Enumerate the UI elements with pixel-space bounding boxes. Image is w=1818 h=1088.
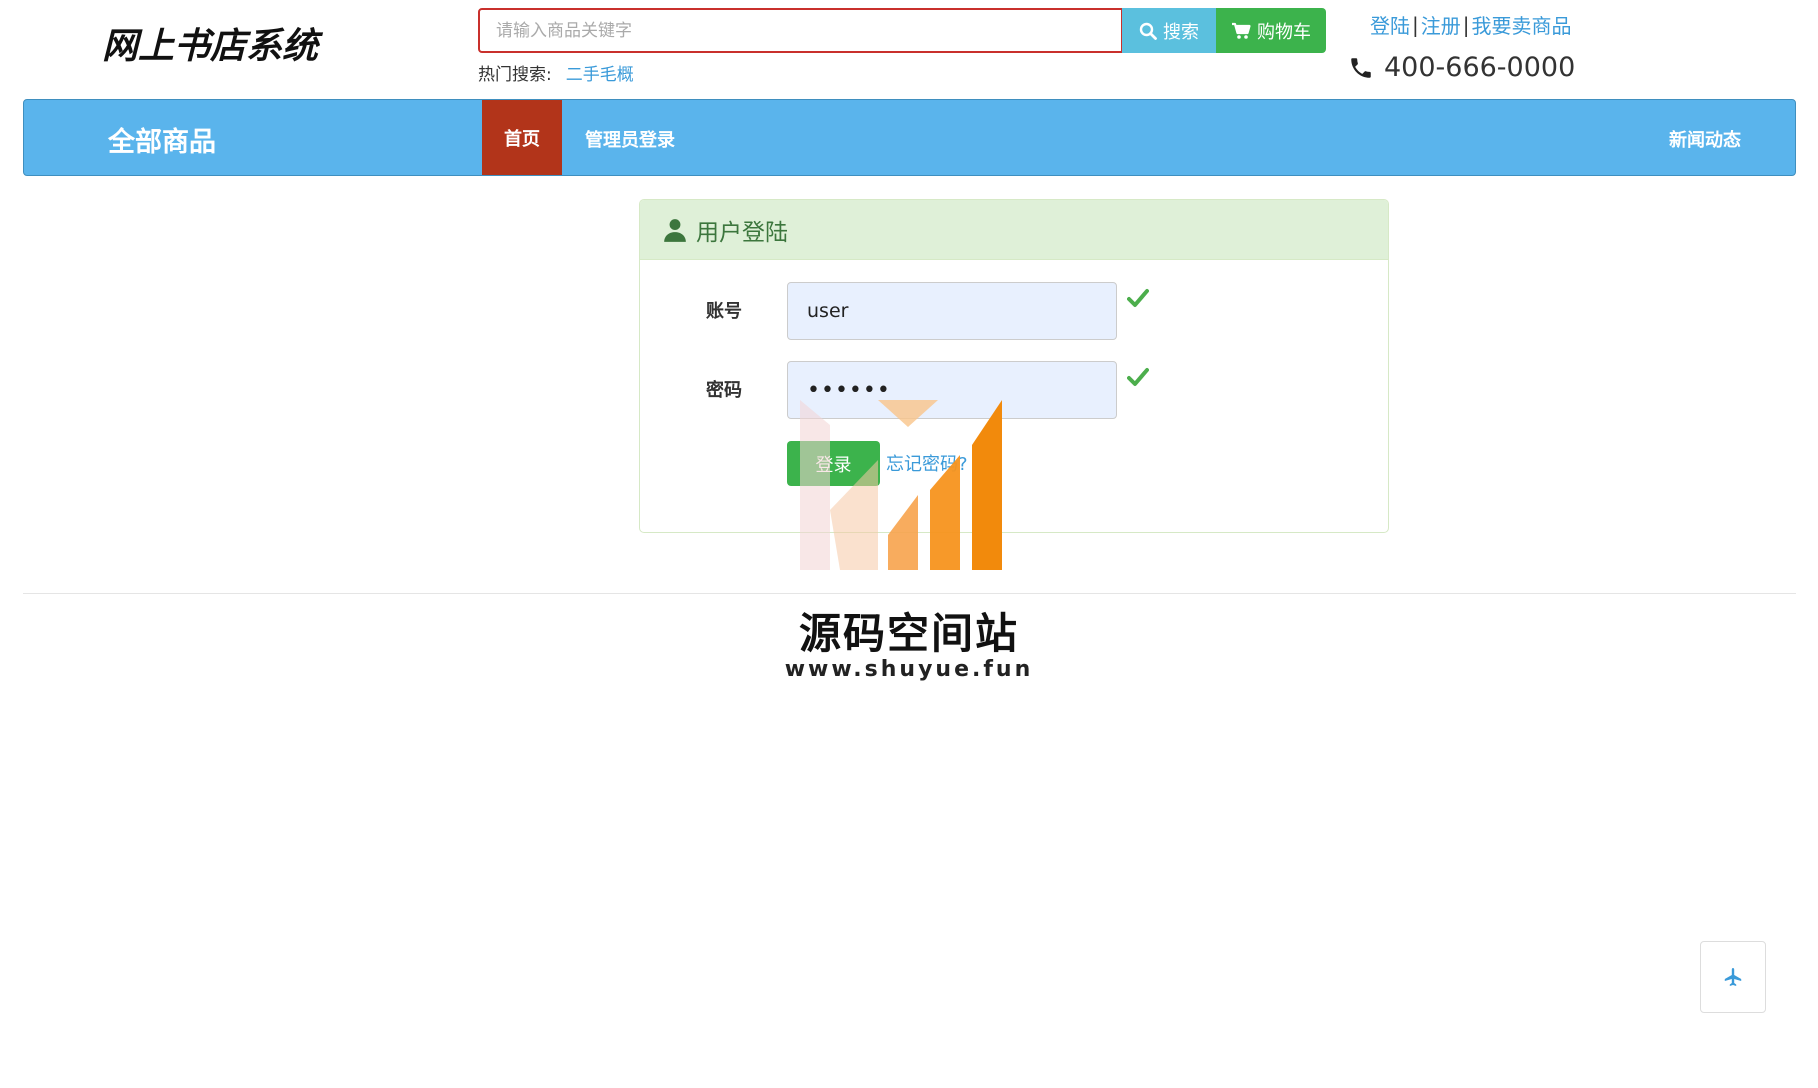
phone-number: 400-666-0000 xyxy=(1384,52,1576,83)
logo-text: 网上书店系统 xyxy=(102,25,324,67)
logo-calligraphy: 网上书店系统 xyxy=(102,25,324,67)
site-logo[interactable]: 网上书店系统 xyxy=(100,14,340,74)
phone-icon xyxy=(1351,57,1371,78)
sell-link[interactable]: 我要卖商品 xyxy=(1472,10,1572,39)
search-button[interactable]: 搜索 xyxy=(1122,8,1216,53)
hot-search: 热门搜索: 二手毛概 xyxy=(478,60,634,85)
main-navbar: 全部商品 首页 管理员登录 新闻动态 xyxy=(23,99,1796,176)
watermark-logo-graphic xyxy=(800,400,1002,570)
nav-item-home[interactable]: 首页 xyxy=(482,100,562,175)
account-input[interactable] xyxy=(787,282,1117,340)
phone-contact: 400-666-0000 xyxy=(1348,52,1575,83)
check-icon xyxy=(1127,368,1149,386)
back-to-top-button[interactable] xyxy=(1700,941,1766,1013)
hot-search-label: 热门搜索: xyxy=(478,65,552,85)
cart-button-label: 购物车 xyxy=(1257,21,1311,43)
top-links: 登陆 | 注册 | 我要卖商品 xyxy=(1370,10,1572,39)
watermark-url: www.shuyue.fun xyxy=(784,657,1034,682)
register-link[interactable]: 注册 xyxy=(1421,10,1461,39)
link-separator: | xyxy=(1412,12,1419,37)
search-icon xyxy=(1139,22,1157,40)
nav-item-news[interactable]: 新闻动态 xyxy=(1669,126,1741,152)
plane-icon xyxy=(1724,968,1742,986)
account-label: 账号 xyxy=(706,301,742,322)
login-panel-title: 用户登陆 xyxy=(696,219,788,246)
password-label: 密码 xyxy=(706,380,742,401)
cart-button[interactable]: 购物车 xyxy=(1216,8,1326,53)
check-icon xyxy=(1127,289,1149,307)
nav-all-products[interactable]: 全部商品 xyxy=(108,120,216,159)
cart-icon xyxy=(1232,22,1251,39)
search-input[interactable] xyxy=(478,8,1123,53)
user-icon xyxy=(664,218,686,242)
nav-item-admin-login[interactable]: 管理员登录 xyxy=(585,126,675,152)
login-panel-heading: 用户登陆 xyxy=(640,200,1388,260)
link-separator: | xyxy=(1462,12,1470,37)
search-button-label: 搜索 xyxy=(1163,21,1199,43)
hot-search-link[interactable]: 二手毛概 xyxy=(566,60,634,85)
watermark-title: 源码空间站 xyxy=(798,609,1019,658)
login-link[interactable]: 登陆 xyxy=(1370,10,1410,39)
footer-divider xyxy=(23,593,1796,594)
